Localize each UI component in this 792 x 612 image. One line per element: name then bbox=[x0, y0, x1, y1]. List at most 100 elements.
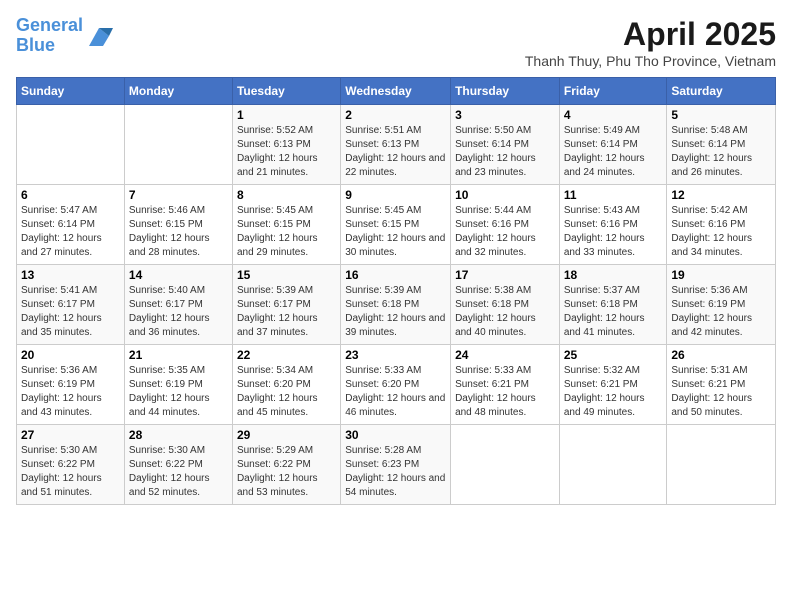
calendar-cell: 8 Sunrise: 5:45 AM Sunset: 6:15 PM Daylig… bbox=[232, 185, 340, 265]
day-number: 27 bbox=[21, 428, 120, 442]
day-of-week-row: SundayMondayTuesdayWednesdayThursdayFrid… bbox=[17, 78, 776, 105]
calendar-cell: 3 Sunrise: 5:50 AM Sunset: 6:14 PM Daylig… bbox=[451, 105, 560, 185]
calendar-cell: 28 Sunrise: 5:30 AM Sunset: 6:22 PM Dayli… bbox=[124, 425, 232, 505]
dow-header-monday: Monday bbox=[124, 78, 232, 105]
day-number: 21 bbox=[129, 348, 228, 362]
calendar-cell: 1 Sunrise: 5:52 AM Sunset: 6:13 PM Daylig… bbox=[232, 105, 340, 185]
dow-header-friday: Friday bbox=[559, 78, 667, 105]
day-number: 13 bbox=[21, 268, 120, 282]
day-number: 19 bbox=[671, 268, 771, 282]
calendar-cell: 26Sunrise: 5:31 AM Sunset: 6:21 PM Dayli… bbox=[667, 345, 776, 425]
day-info: Sunrise: 5:34 AM Sunset: 6:20 PM Dayligh… bbox=[237, 364, 336, 420]
day-number: 9 bbox=[345, 188, 446, 202]
calendar-cell: 2 Sunrise: 5:51 AM Sunset: 6:13 PM Daylig… bbox=[341, 105, 451, 185]
calendar-cell: 23Sunrise: 5:33 AM Sunset: 6:20 PM Dayli… bbox=[341, 345, 451, 425]
day-info: Sunrise: 5:28 AM Sunset: 6:23 PM Dayligh… bbox=[345, 444, 446, 500]
day-info: Sunrise: 5:42 AM Sunset: 6:16 PM Dayligh… bbox=[671, 204, 771, 260]
day-info: Sunrise: 5:50 AM Sunset: 6:14 PM Dayligh… bbox=[455, 124, 555, 180]
calendar-cell: 30 Sunrise: 5:28 AM Sunset: 6:23 PM Dayli… bbox=[341, 425, 451, 505]
day-info: Sunrise: 5:40 AM Sunset: 6:17 PM Dayligh… bbox=[129, 284, 228, 340]
day-info: Sunrise: 5:39 AM Sunset: 6:17 PM Dayligh… bbox=[237, 284, 336, 340]
calendar-table: SundayMondayTuesdayWednesdayThursdayFrid… bbox=[16, 77, 776, 505]
dow-header-thursday: Thursday bbox=[451, 78, 560, 105]
calendar-cell: 9 Sunrise: 5:45 AM Sunset: 6:15 PM Daylig… bbox=[341, 185, 451, 265]
day-number: 20 bbox=[21, 348, 120, 362]
day-info: Sunrise: 5:46 AM Sunset: 6:15 PM Dayligh… bbox=[129, 204, 228, 260]
week-row-4: 20 Sunrise: 5:36 AM Sunset: 6:19 PM Dayli… bbox=[17, 345, 776, 425]
logo: General Blue bbox=[16, 16, 113, 56]
day-number: 5 bbox=[671, 108, 771, 122]
dow-header-tuesday: Tuesday bbox=[232, 78, 340, 105]
day-info: Sunrise: 5:41 AM Sunset: 6:17 PM Dayligh… bbox=[21, 284, 120, 340]
day-number: 22 bbox=[237, 348, 336, 362]
day-number: 18 bbox=[564, 268, 663, 282]
day-number: 7 bbox=[129, 188, 228, 202]
calendar-cell: 12 Sunrise: 5:42 AM Sunset: 6:16 PM Dayli… bbox=[667, 185, 776, 265]
day-number: 26 bbox=[671, 348, 771, 362]
day-number: 15 bbox=[237, 268, 336, 282]
calendar-cell: 7 Sunrise: 5:46 AM Sunset: 6:15 PM Daylig… bbox=[124, 185, 232, 265]
day-number: 10 bbox=[455, 188, 555, 202]
day-number: 12 bbox=[671, 188, 771, 202]
day-number: 30 bbox=[345, 428, 446, 442]
calendar-cell bbox=[17, 105, 125, 185]
week-row-3: 13 Sunrise: 5:41 AM Sunset: 6:17 PM Dayli… bbox=[17, 265, 776, 345]
day-info: Sunrise: 5:30 AM Sunset: 6:22 PM Dayligh… bbox=[21, 444, 120, 500]
calendar-cell: 5Sunrise: 5:48 AM Sunset: 6:14 PM Daylig… bbox=[667, 105, 776, 185]
calendar-cell bbox=[667, 425, 776, 505]
calendar-cell: 6 Sunrise: 5:47 AM Sunset: 6:14 PM Daylig… bbox=[17, 185, 125, 265]
day-info: Sunrise: 5:32 AM Sunset: 6:21 PM Dayligh… bbox=[564, 364, 663, 420]
logo-icon bbox=[85, 22, 113, 50]
day-info: Sunrise: 5:33 AM Sunset: 6:21 PM Dayligh… bbox=[455, 364, 555, 420]
calendar-cell: 25Sunrise: 5:32 AM Sunset: 6:21 PM Dayli… bbox=[559, 345, 667, 425]
day-info: Sunrise: 5:30 AM Sunset: 6:22 PM Dayligh… bbox=[129, 444, 228, 500]
calendar-cell: 17Sunrise: 5:38 AM Sunset: 6:18 PM Dayli… bbox=[451, 265, 560, 345]
day-info: Sunrise: 5:45 AM Sunset: 6:15 PM Dayligh… bbox=[345, 204, 446, 260]
day-number: 11 bbox=[564, 188, 663, 202]
calendar-cell: 29 Sunrise: 5:29 AM Sunset: 6:22 PM Dayli… bbox=[232, 425, 340, 505]
day-info: Sunrise: 5:39 AM Sunset: 6:18 PM Dayligh… bbox=[345, 284, 446, 340]
day-info: Sunrise: 5:52 AM Sunset: 6:13 PM Dayligh… bbox=[237, 124, 336, 180]
day-info: Sunrise: 5:49 AM Sunset: 6:14 PM Dayligh… bbox=[564, 124, 663, 180]
day-number: 6 bbox=[21, 188, 120, 202]
calendar-cell: 18 Sunrise: 5:37 AM Sunset: 6:18 PM Dayli… bbox=[559, 265, 667, 345]
day-info: Sunrise: 5:44 AM Sunset: 6:16 PM Dayligh… bbox=[455, 204, 555, 260]
day-number: 4 bbox=[564, 108, 663, 122]
dow-header-sunday: Sunday bbox=[17, 78, 125, 105]
day-info: Sunrise: 5:35 AM Sunset: 6:19 PM Dayligh… bbox=[129, 364, 228, 420]
day-number: 1 bbox=[237, 108, 336, 122]
day-info: Sunrise: 5:51 AM Sunset: 6:13 PM Dayligh… bbox=[345, 124, 446, 180]
calendar-cell: 20 Sunrise: 5:36 AM Sunset: 6:19 PM Dayli… bbox=[17, 345, 125, 425]
calendar-cell: 22 Sunrise: 5:34 AM Sunset: 6:20 PM Dayli… bbox=[232, 345, 340, 425]
day-number: 2 bbox=[345, 108, 446, 122]
day-number: 14 bbox=[129, 268, 228, 282]
calendar-cell bbox=[124, 105, 232, 185]
calendar-cell: 16 Sunrise: 5:39 AM Sunset: 6:18 PM Dayli… bbox=[341, 265, 451, 345]
day-info: Sunrise: 5:37 AM Sunset: 6:18 PM Dayligh… bbox=[564, 284, 663, 340]
day-info: Sunrise: 5:43 AM Sunset: 6:16 PM Dayligh… bbox=[564, 204, 663, 260]
calendar-cell: 14 Sunrise: 5:40 AM Sunset: 6:17 PM Dayli… bbox=[124, 265, 232, 345]
day-number: 16 bbox=[345, 268, 446, 282]
calendar-cell: 13 Sunrise: 5:41 AM Sunset: 6:17 PM Dayli… bbox=[17, 265, 125, 345]
day-info: Sunrise: 5:47 AM Sunset: 6:14 PM Dayligh… bbox=[21, 204, 120, 260]
day-number: 29 bbox=[237, 428, 336, 442]
day-info: Sunrise: 5:29 AM Sunset: 6:22 PM Dayligh… bbox=[237, 444, 336, 500]
day-info: Sunrise: 5:45 AM Sunset: 6:15 PM Dayligh… bbox=[237, 204, 336, 260]
calendar-cell: 21 Sunrise: 5:35 AM Sunset: 6:19 PM Dayli… bbox=[124, 345, 232, 425]
calendar-cell: 24Sunrise: 5:33 AM Sunset: 6:21 PM Dayli… bbox=[451, 345, 560, 425]
week-row-2: 6 Sunrise: 5:47 AM Sunset: 6:14 PM Daylig… bbox=[17, 185, 776, 265]
week-row-5: 27 Sunrise: 5:30 AM Sunset: 6:22 PM Dayli… bbox=[17, 425, 776, 505]
day-number: 28 bbox=[129, 428, 228, 442]
day-number: 3 bbox=[455, 108, 555, 122]
week-row-1: 1 Sunrise: 5:52 AM Sunset: 6:13 PM Daylig… bbox=[17, 105, 776, 185]
calendar-cell bbox=[451, 425, 560, 505]
calendar-cell bbox=[559, 425, 667, 505]
title-block: April 2025 Thanh Thuy, Phu Tho Province,… bbox=[525, 16, 776, 69]
day-info: Sunrise: 5:36 AM Sunset: 6:19 PM Dayligh… bbox=[21, 364, 120, 420]
day-info: Sunrise: 5:36 AM Sunset: 6:19 PM Dayligh… bbox=[671, 284, 771, 340]
dow-header-saturday: Saturday bbox=[667, 78, 776, 105]
day-number: 8 bbox=[237, 188, 336, 202]
logo-text: General Blue bbox=[16, 16, 83, 56]
calendar-cell: 15 Sunrise: 5:39 AM Sunset: 6:17 PM Dayli… bbox=[232, 265, 340, 345]
calendar-cell: 27 Sunrise: 5:30 AM Sunset: 6:22 PM Dayli… bbox=[17, 425, 125, 505]
